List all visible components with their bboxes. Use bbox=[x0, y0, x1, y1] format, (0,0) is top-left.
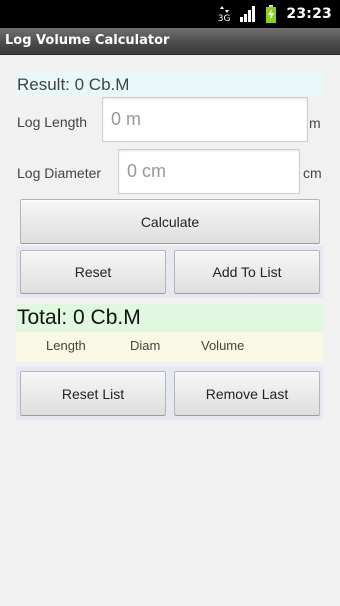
calculate-button[interactable]: Calculate bbox=[20, 199, 320, 244]
battery-icon bbox=[266, 5, 277, 23]
log-diameter-field[interactable] bbox=[118, 149, 300, 194]
log-diameter-input[interactable] bbox=[119, 150, 299, 193]
log-diameter-label: Log Diameter bbox=[17, 165, 102, 181]
data-arrows-icon bbox=[219, 5, 229, 13]
signal-icon bbox=[240, 6, 256, 22]
column-header-length: Length bbox=[46, 338, 86, 353]
add-to-list-button[interactable]: Add To List bbox=[174, 250, 320, 294]
app-title-bar: Log Volume Calculator bbox=[0, 28, 340, 55]
clock-time: 23:23 bbox=[286, 6, 332, 22]
reset-list-button[interactable]: Reset List bbox=[20, 371, 166, 416]
result-text: Result: 0 Cb.M bbox=[17, 75, 130, 94]
log-length-unit: m bbox=[309, 115, 321, 131]
status-bar: 3G 23:23 bbox=[0, 0, 340, 28]
reset-button[interactable]: Reset bbox=[20, 250, 166, 294]
list-header-row: Length Diam Volume bbox=[16, 332, 323, 362]
total-row: Total: 0 Cb.M bbox=[16, 304, 323, 332]
action-buttons-panel: Reset Add To List bbox=[16, 246, 323, 298]
log-length-label: Log Length bbox=[17, 114, 88, 130]
result-row: Result: 0 Cb.M bbox=[16, 72, 323, 96]
network-type-icon: 3G bbox=[217, 5, 231, 24]
log-diameter-unit: cm bbox=[303, 165, 322, 181]
status-icons: 3G 23:23 bbox=[218, 4, 332, 24]
list-buttons-panel: Reset List Remove Last bbox=[16, 366, 323, 420]
log-length-input[interactable] bbox=[103, 98, 307, 141]
remove-last-button[interactable]: Remove Last bbox=[174, 371, 320, 416]
column-header-volume: Volume bbox=[201, 338, 245, 353]
log-length-field[interactable] bbox=[102, 97, 308, 142]
app-title: Log Volume Calculator bbox=[5, 33, 170, 48]
column-header-diam: Diam bbox=[130, 338, 161, 353]
network-type-label: 3G bbox=[217, 13, 231, 24]
total-text: Total: 0 Cb.M bbox=[17, 306, 141, 329]
